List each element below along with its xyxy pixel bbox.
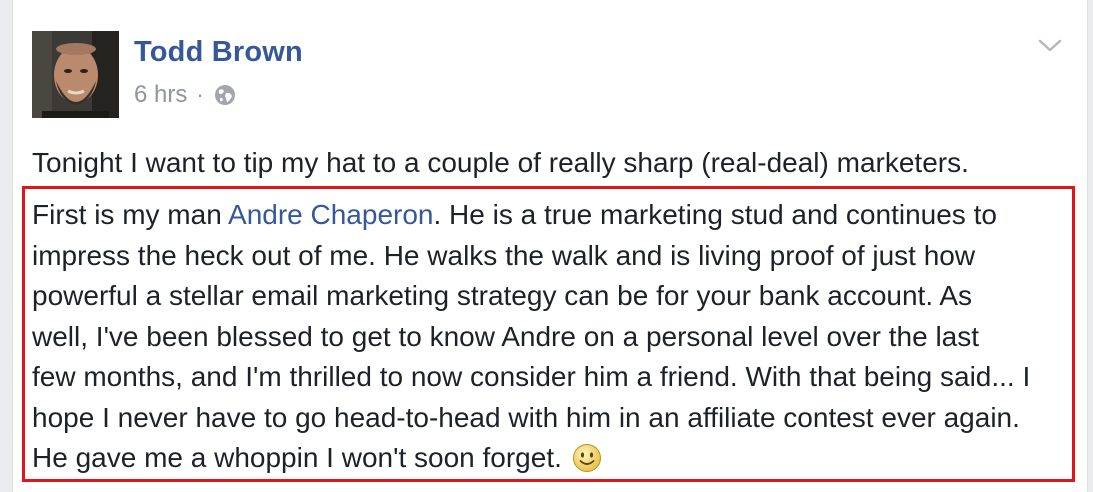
body-line: well, I've been blessed to get to know A… bbox=[32, 320, 980, 352]
meta-separator: · bbox=[196, 82, 204, 107]
post-card: Todd Brown 6 hrs · Tonight I want to tip… bbox=[12, 0, 1088, 492]
body-line: impress the heck out of me. He walks the… bbox=[32, 239, 976, 271]
globe-icon[interactable] bbox=[214, 84, 236, 106]
body-line: few months, and I'm thrilled to now cons… bbox=[32, 361, 1031, 392]
body-text: First is my man bbox=[32, 199, 229, 230]
mention-link[interactable]: Andre Chaperon bbox=[228, 199, 433, 230]
body-line: hope I never have to go head-to-head wit… bbox=[32, 401, 1020, 433]
timestamp[interactable]: 6 hrs bbox=[134, 81, 187, 109]
smiley-icon bbox=[572, 443, 602, 473]
post-intro-text: Tonight I want to tip my hat to a couple… bbox=[32, 147, 969, 178]
post-meta: 6 hrs · bbox=[134, 80, 236, 110]
author-name[interactable]: Todd Brown bbox=[134, 36, 303, 69]
body-line: First is my man Andre Chaperon. He is a … bbox=[32, 195, 1030, 236]
post-body-paragraph: First is my man Andre Chaperon. He is a … bbox=[32, 195, 1030, 479]
avatar-photo bbox=[32, 31, 119, 118]
chevron-down-icon[interactable] bbox=[1037, 36, 1063, 56]
avatar[interactable] bbox=[32, 31, 119, 118]
body-text: He gave me a whoppin I won't soon forget… bbox=[32, 442, 562, 473]
body-text: . He is a true marketing stud and contin… bbox=[433, 199, 997, 230]
body-line: He gave me a whoppin I won't soon forget… bbox=[32, 438, 1030, 479]
body-line: powerful a stellar email marketing strat… bbox=[32, 280, 973, 311]
